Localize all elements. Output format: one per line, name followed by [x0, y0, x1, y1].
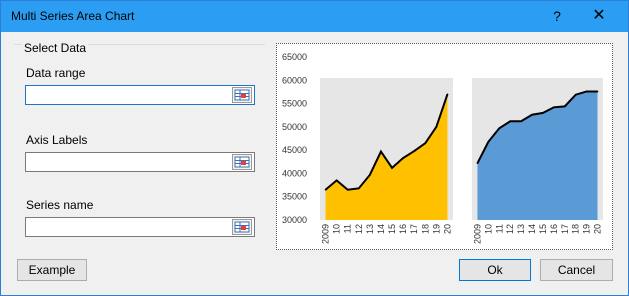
example-button[interactable]: Example — [17, 259, 87, 281]
data-range-input[interactable] — [28, 87, 228, 103]
x-tick-label: 20 — [442, 224, 452, 234]
x-tick-label: 14 — [376, 224, 386, 234]
data-point — [585, 90, 588, 93]
x-tick-label: 2009 — [321, 224, 331, 244]
help-button[interactable]: ? — [547, 6, 567, 26]
y-tick-label: 30000 — [282, 215, 307, 225]
y-tick-label: 50000 — [282, 122, 307, 132]
data-point — [413, 150, 416, 152]
axis-labels-input[interactable] — [28, 154, 228, 170]
data-range-select-button[interactable] — [232, 87, 252, 103]
data-point — [335, 179, 338, 182]
close-button[interactable]: ✕ — [588, 6, 610, 26]
x-tick-label: 13 — [365, 224, 375, 234]
data-point — [531, 113, 533, 116]
range-select-icon — [234, 156, 250, 168]
range-select-icon — [234, 89, 250, 101]
x-tick-label: 19 — [582, 224, 592, 234]
data-point — [391, 167, 393, 169]
x-tick-label: 13 — [516, 224, 526, 234]
x-tick-label: 19 — [431, 224, 441, 234]
data-point — [357, 187, 360, 190]
data-point — [424, 142, 427, 144]
data-point — [498, 127, 501, 130]
x-tick-label: 17 — [560, 224, 570, 234]
x-tick-label: 20 — [593, 224, 603, 234]
x-tick-label: 10 — [332, 224, 342, 234]
x-tick-label: 2009 — [472, 224, 482, 244]
chart-preview: 30000 35000 40000 45000 50000 55000 60000 65000… — [276, 43, 613, 250]
series-name-field — [25, 217, 255, 237]
axis-labels-label: Axis Labels — [26, 133, 88, 147]
data-point — [380, 150, 382, 153]
data-point — [596, 90, 599, 93]
series-name-select-button[interactable] — [232, 219, 252, 235]
cancel-button[interactable]: Cancel — [540, 259, 613, 281]
range-select-icon — [234, 221, 250, 233]
x-tick-label: 14 — [527, 224, 537, 234]
data-range-field — [25, 85, 255, 105]
data-point — [520, 120, 522, 123]
y-tick-label: 35000 — [282, 192, 307, 202]
axis-labels-field — [25, 152, 255, 172]
select-data-group-label: Select Data — [22, 41, 89, 55]
x-tick-label: 10 — [483, 224, 493, 234]
series-name-input[interactable] — [28, 219, 228, 235]
data-point — [574, 93, 577, 96]
data-point — [509, 120, 512, 123]
y-tick-label: 55000 — [282, 99, 307, 109]
x-tick-label: 11 — [343, 224, 353, 233]
data-point — [476, 162, 479, 164]
y-tick-label: 65000 — [282, 52, 307, 62]
title-bar[interactable]: Multi Series Area Chart ? ✕ — [1, 1, 628, 32]
x-tick-label: 11 — [494, 224, 504, 233]
data-point — [346, 188, 349, 191]
ok-button[interactable]: Ok — [459, 259, 531, 281]
y-tick-label: 45000 — [282, 145, 307, 155]
dialog-title: Multi Series Area Chart — [11, 9, 135, 23]
data-point — [435, 126, 438, 128]
y-tick-label: 60000 — [282, 75, 307, 85]
x-tick-label: 16 — [398, 224, 408, 234]
data-point — [542, 112, 544, 114]
data-point — [487, 140, 490, 143]
data-point — [402, 157, 404, 159]
x-tick-label: 12 — [505, 224, 515, 234]
data-range-label: Data range — [26, 66, 86, 80]
x-tick-label: 15 — [538, 224, 548, 234]
x-tick-label: 18 — [420, 224, 430, 234]
area-chart: 30000 35000 40000 45000 50000 55000 60000 65000… — [282, 52, 603, 244]
x-tick-label: 18 — [571, 224, 581, 234]
y-tick-label: 40000 — [282, 168, 307, 178]
axis-labels-select-button[interactable] — [232, 154, 252, 170]
data-point — [553, 106, 555, 109]
x-tick-label: 12 — [354, 224, 364, 234]
data-point — [563, 105, 566, 108]
series-name-label: Series name — [26, 198, 94, 212]
x-tick-label: 15 — [387, 224, 397, 234]
x-tick-label: 16 — [549, 224, 559, 234]
data-point — [369, 174, 371, 176]
x-tick-label: 17 — [409, 224, 419, 234]
data-point — [324, 188, 327, 191]
data-point — [446, 93, 449, 96]
